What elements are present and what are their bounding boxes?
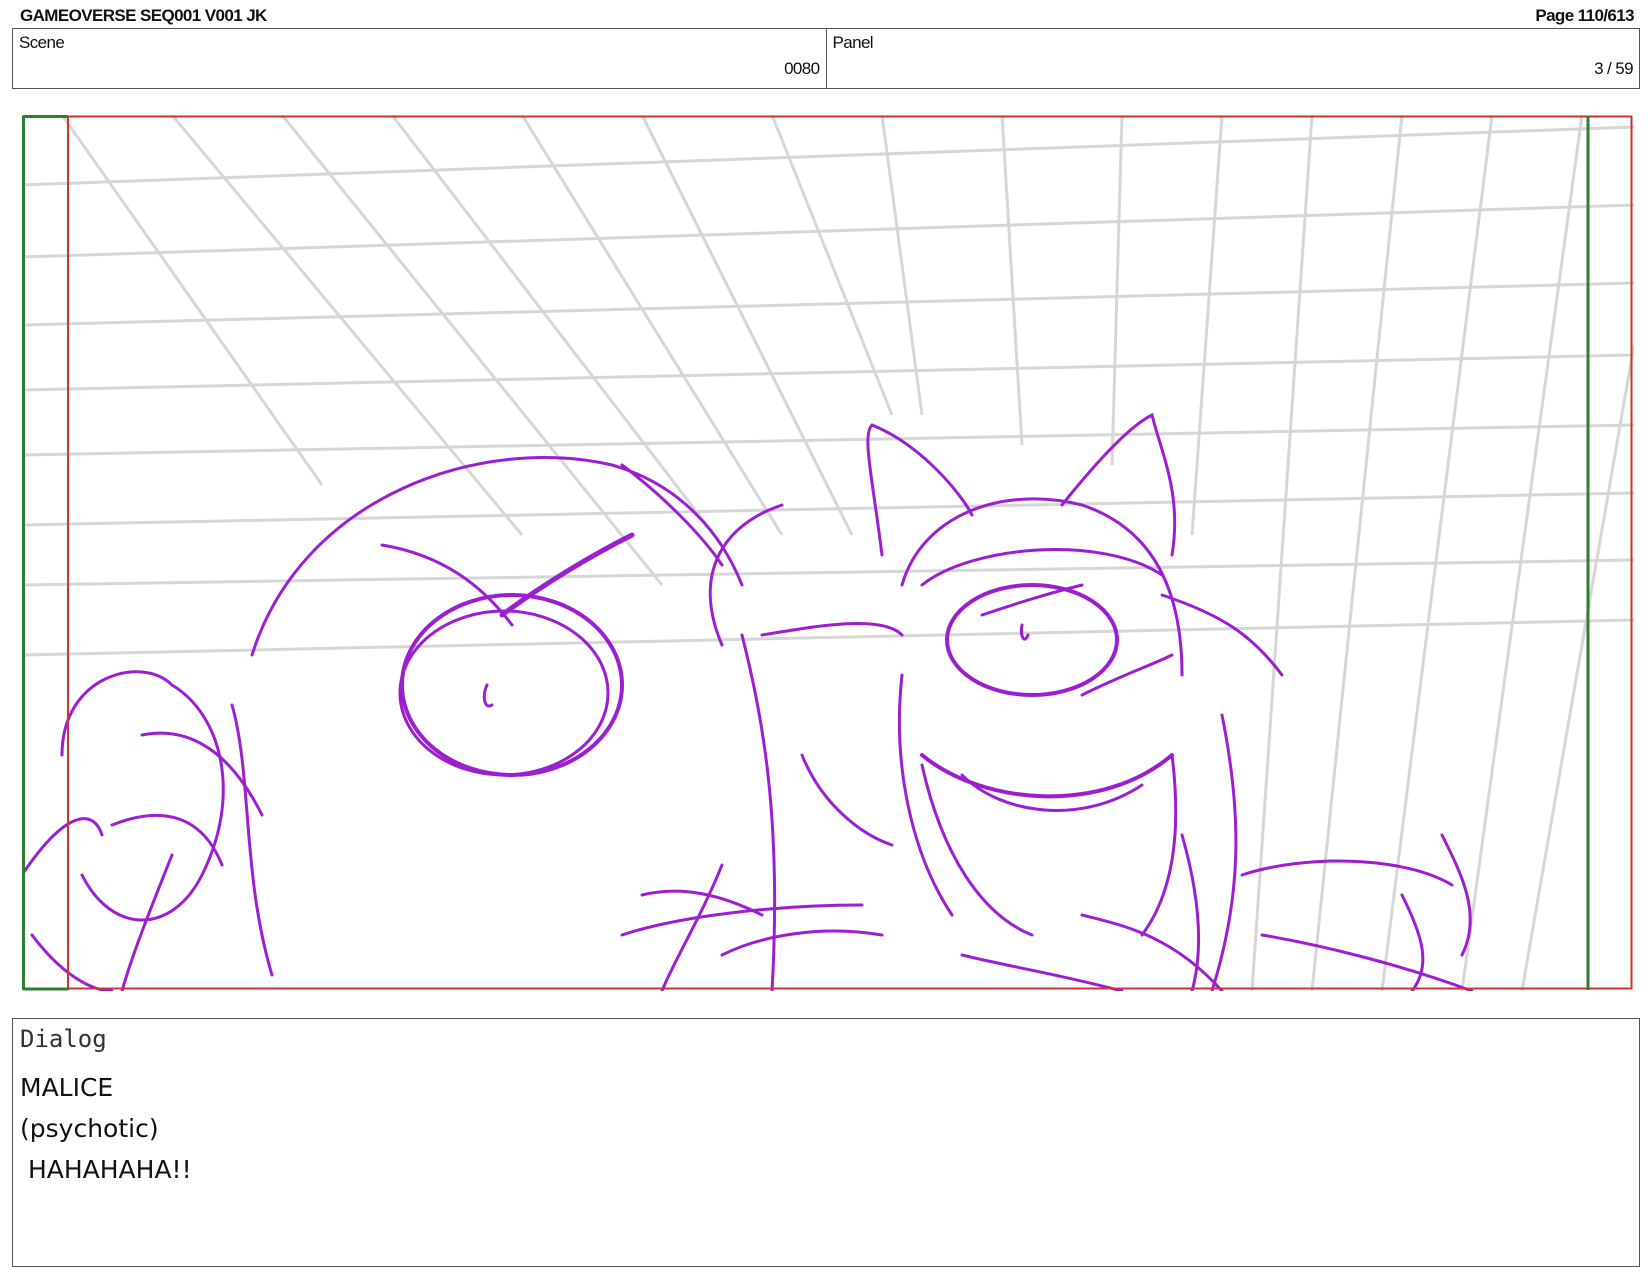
scene-cell: Scene 0080 bbox=[13, 29, 826, 88]
perspective-grid bbox=[22, 115, 1634, 991]
frame-guides bbox=[22, 115, 1633, 991]
dialog-character: MALICE bbox=[20, 1073, 114, 1102]
scene-panel-info: Scene 0080 Panel 3 / 59 bbox=[12, 28, 1640, 89]
dialog-content: MALICE (psychotic) HAHAHAHA!! bbox=[20, 1067, 192, 1190]
dialog-parenthetical: (psychotic) bbox=[20, 1114, 159, 1143]
scene-label: Scene bbox=[19, 33, 65, 52]
scene-number: 0080 bbox=[784, 59, 820, 78]
dialog-line: HAHAHAHA!! bbox=[20, 1155, 192, 1184]
panel-label: Panel bbox=[832, 33, 874, 52]
panel-cell: Panel 3 / 59 bbox=[825, 29, 1640, 88]
document-title: GAMEOVERSE SEQ001 V001 JK bbox=[20, 6, 267, 25]
storyboard-panel bbox=[22, 115, 1634, 991]
dialog-box: Dialog MALICE (psychotic) HAHAHAHA!! bbox=[12, 1018, 1640, 1267]
dialog-label: Dialog bbox=[20, 1025, 107, 1053]
panel-number: 3 / 59 bbox=[1594, 59, 1634, 78]
page-number: Page 110/613 bbox=[1535, 6, 1634, 25]
panel-drawing bbox=[22, 115, 1634, 991]
